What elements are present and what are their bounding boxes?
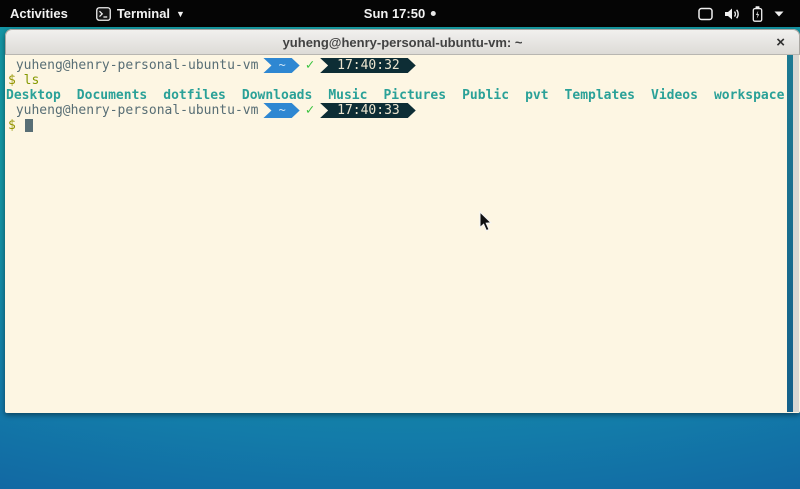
cwd-label: ~ <box>263 103 299 118</box>
status-check-icon: ✓ <box>306 103 314 118</box>
directory-entry: Music <box>328 88 367 103</box>
chevron-down-icon: ▼ <box>176 10 185 19</box>
command-text: ls <box>24 73 40 88</box>
shell-prompt: $ <box>6 118 24 133</box>
shell-prompt: $ <box>6 73 24 88</box>
terminal-line: Desktop Documents dotfiles Downloads Music Pi… <box>6 88 787 103</box>
directory-entry: Documents <box>77 88 147 103</box>
directory-entry: Pictures <box>383 88 446 103</box>
cwd-segment: ~ <box>263 58 299 73</box>
activities-button[interactable]: Activities <box>10 6 68 21</box>
terminal-app-icon <box>96 7 111 21</box>
clock-label: Sun 17:50 <box>364 6 425 21</box>
directory-entry: workspace <box>714 88 784 103</box>
directory-entry: Desktop <box>6 88 61 103</box>
app-menu[interactable]: Terminal ▼ <box>96 6 185 21</box>
display-icon <box>698 7 713 21</box>
time-segment: 17:40:33 <box>320 103 416 118</box>
chevron-down-icon <box>774 11 784 17</box>
volume-icon <box>724 7 741 21</box>
terminal-line: $ <box>6 118 787 133</box>
time-segment: 17:40:32 <box>320 58 416 73</box>
app-menu-label: Terminal <box>117 6 170 21</box>
battery-charging-icon <box>752 6 763 22</box>
terminal-line: $ ls <box>6 73 787 88</box>
directory-entry: Downloads <box>242 88 312 103</box>
top-bar: Activities Terminal ▼ Sun 17:50 <box>0 0 800 27</box>
directory-entry: Templates <box>565 88 635 103</box>
prompt-user-host: yuheng@henry-personal-ubuntu-vm <box>8 103 258 118</box>
window-titlebar[interactable]: yuheng@henry-personal-ubuntu-vm: ~ × <box>5 29 800 55</box>
close-button[interactable]: × <box>776 33 785 53</box>
cursor-block <box>25 119 33 132</box>
terminal-line: yuheng@henry-personal-ubuntu-vm ~ ✓ 17:40:3… <box>6 58 787 73</box>
directory-entry: dotfiles <box>163 88 226 103</box>
terminal-content[interactable]: yuheng@henry-personal-ubuntu-vm ~ ✓ 17:40:3… <box>6 55 787 412</box>
window-title: yuheng@henry-personal-ubuntu-vm: ~ <box>283 35 523 50</box>
notification-dot <box>431 11 436 16</box>
directory-entry: Videos <box>651 88 698 103</box>
mouse-cursor <box>479 211 493 232</box>
scrollbar-gutter <box>793 55 799 412</box>
cwd-segment: ~ <box>263 103 299 118</box>
directory-entry: Public <box>462 88 509 103</box>
terminal-line: yuheng@henry-personal-ubuntu-vm ~ ✓ 17:40:3… <box>6 103 787 118</box>
time-label: 17:40:32 <box>320 58 416 73</box>
desktop: Activities Terminal ▼ Sun 17:50 <box>0 0 800 489</box>
cwd-label: ~ <box>263 58 299 73</box>
time-label: 17:40:33 <box>320 103 416 118</box>
status-check-icon: ✓ <box>306 58 314 73</box>
terminal-window: yuheng@henry-personal-ubuntu-vm: ~ × yuh… <box>5 29 800 413</box>
clock-button[interactable]: Sun 17:50 <box>364 6 436 21</box>
prompt-user-host: yuheng@henry-personal-ubuntu-vm <box>8 58 258 73</box>
directory-entry: pvt <box>525 88 548 103</box>
system-menu[interactable] <box>698 0 784 27</box>
